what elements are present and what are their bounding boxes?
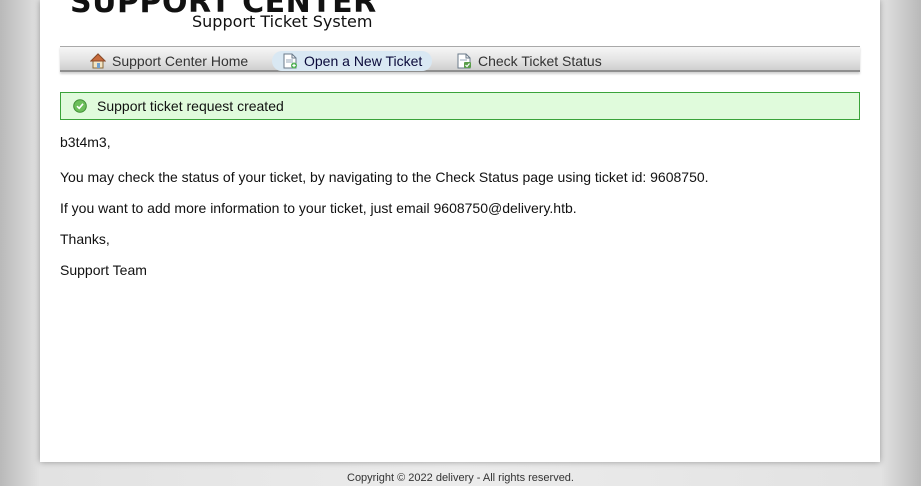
notice-text: Support ticket request created [97,98,284,114]
nav-new-ticket-label: Open a New Ticket [304,53,423,69]
ticket-status-icon [456,53,472,69]
footer-copyright: Copyright © 2022 delivery - All rights r… [347,472,574,484]
success-notice: Support ticket request created [60,92,860,120]
logo[interactable]: SUPPORT CENTER Support Ticket System [70,0,380,34]
new-ticket-icon [282,53,298,69]
message-greeting: b3t4m3, [60,134,111,150]
nav-check-status-label: Check Ticket Status [478,53,602,69]
nav-home-label: Support Center Home [112,53,249,69]
main-nav: Support Center Home Open a New Ticket Ch… [60,46,860,72]
page-container: SUPPORT CENTER Support Ticket System Sup… [40,0,880,462]
nav-item-check-status[interactable]: Check Ticket Status [446,51,612,71]
message-signature: Support Team [60,262,147,278]
message-thanks: Thanks, [60,231,110,247]
nav-item-new-ticket[interactable]: Open a New Ticket [272,51,433,71]
check-icon [73,99,87,113]
home-icon [89,53,107,69]
message-status-line: You may check the status of your ticket,… [60,169,709,185]
logo-subtitle: Support Ticket System [192,12,373,31]
nav-item-home[interactable]: Support Center Home [80,51,258,71]
message-email-line: If you want to add more information to y… [60,200,577,216]
